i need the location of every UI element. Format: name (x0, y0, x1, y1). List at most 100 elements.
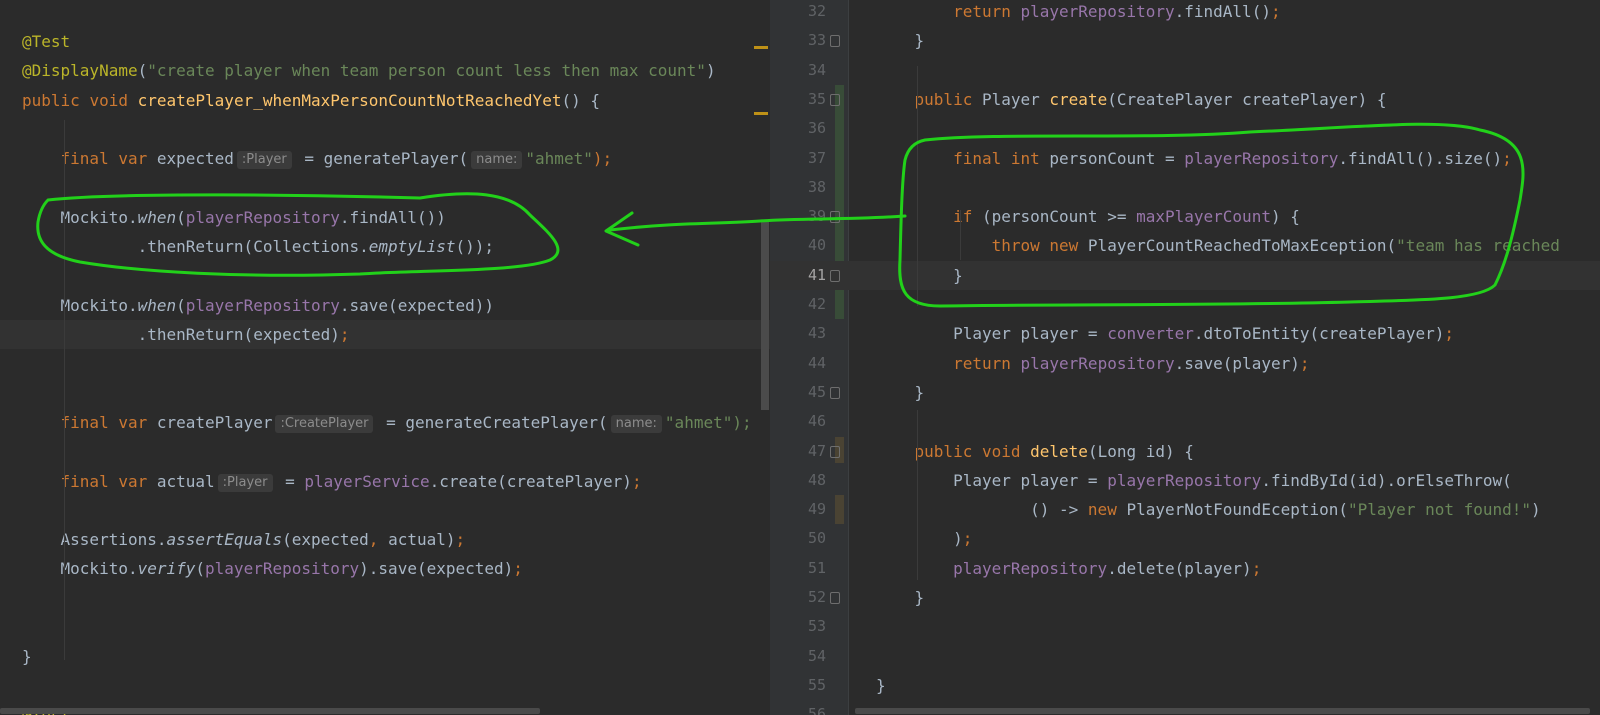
right-code-line[interactable]: if (personCount >= maxPlayerCount) { (770, 202, 1600, 231)
left-code-line[interactable]: Mockito.when(playerRepository.save(expec… (0, 291, 770, 320)
left-code-line[interactable] (0, 613, 770, 642)
fold-toggle-icon[interactable] (830, 93, 840, 106)
left-code-line[interactable]: } (0, 642, 770, 671)
code-token: ; (455, 530, 466, 550)
code-token: } (876, 588, 925, 607)
code-token: .delete(player) (1107, 558, 1252, 578)
left-warning-marker[interactable] (754, 46, 768, 49)
code-text: throw new PlayerCountReachedToMaxEceptio… (876, 231, 1560, 260)
fold-toggle-icon[interactable] (830, 211, 840, 224)
right-code-line[interactable] (770, 114, 1600, 143)
right-code-line[interactable]: playerRepository.delete(player); (770, 554, 1600, 583)
right-code-line[interactable]: ); (770, 524, 1600, 553)
code-token: expected (156, 149, 234, 169)
right-code-line[interactable] (770, 56, 1600, 85)
left-code-line[interactable] (0, 261, 770, 290)
code-token: = (275, 471, 305, 491)
right-horizontal-scrollbar[interactable] (855, 708, 1590, 714)
left-editor-pane[interactable]: @Test @DisplayName("create player when te… (0, 0, 770, 715)
right-code-line[interactable] (770, 290, 1600, 319)
code-text: Mockito.verify(playerRepository).save(ex… (22, 554, 523, 583)
code-token: PlayerNotFoundEception( (1126, 500, 1349, 520)
right-code-line[interactable]: Player player = playerRepository.findByI… (770, 466, 1600, 495)
right-code-line[interactable]: public Player create(CreatePlayer create… (770, 85, 1600, 114)
inlay-hint: name: (471, 151, 523, 170)
left-code-line[interactable]: Assertions.assertEquals(expected, actual… (0, 525, 770, 554)
code-token: "ahmet" (525, 149, 593, 169)
code-token: .findAll().size() (1338, 148, 1503, 168)
code-token: throw (991, 236, 1050, 256)
right-code-line[interactable]: throw new PlayerCountReachedToMaxEceptio… (770, 231, 1600, 260)
left-code-line[interactable]: final var actual:Player = playerService.… (0, 467, 770, 496)
right-code-line[interactable]: } (770, 260, 1600, 290)
code-token: return (953, 353, 1021, 373)
line-number: 54 (807, 646, 826, 665)
code-token: when (137, 295, 177, 315)
inlay-hint: :Player (217, 473, 273, 492)
code-token: ; (1444, 324, 1454, 344)
code-token: ; (962, 529, 973, 549)
line-number: 52 (807, 588, 826, 606)
right-code-line[interactable]: Player player = converter.dtoToEntity(cr… (770, 319, 1600, 348)
left-code-line[interactable]: Mockito.verify(playerRepository).save(ex… (0, 554, 770, 583)
right-editor-pane[interactable]: return playerRepository.findAll(); } pub… (770, 0, 1600, 715)
left-code-line[interactable] (0, 584, 770, 613)
code-token: delete (1030, 441, 1088, 461)
code-token: public (914, 89, 982, 109)
code-token: final (60, 412, 119, 432)
left-code-line[interactable]: Mockito.when(playerRepository.findAll()) (0, 203, 770, 232)
fold-toggle-icon[interactable] (830, 386, 840, 399)
left-code-line[interactable]: .thenReturn(expected); (0, 320, 770, 350)
fold-toggle-icon[interactable] (830, 35, 840, 48)
left-code-line[interactable]: public void createPlayer_whenMaxPersonCo… (0, 86, 770, 115)
right-code-line[interactable]: return playerRepository.findAll(); (770, 0, 1600, 26)
code-token: new (1049, 236, 1088, 256)
code-token: () -> (876, 500, 1088, 520)
line-number: 32 (807, 2, 826, 20)
right-code-line[interactable]: public void delete(Long id) { (770, 437, 1600, 466)
right-code-line[interactable]: } (770, 583, 1600, 612)
right-code-line[interactable]: final int personCount = playerRepository… (770, 144, 1600, 173)
code-text: if (personCount >= maxPlayerCount) { (876, 202, 1300, 231)
code-token: @DisplayName (22, 61, 138, 81)
code-token: Assertions. (22, 530, 167, 550)
code-text: final var expected:Player = generatePlay… (22, 144, 612, 173)
right-code-line[interactable]: } (770, 671, 1600, 700)
left-code-line[interactable]: final var expected:Player = generatePlay… (0, 144, 770, 173)
left-code-line[interactable] (0, 349, 770, 378)
left-code-line[interactable]: @DisplayName("create player when team pe… (0, 56, 770, 85)
code-token: Mockito. (22, 207, 138, 227)
fold-toggle-icon[interactable] (830, 269, 840, 282)
code-token: assertEquals (166, 530, 283, 550)
code-token: "ahmet"); (664, 412, 752, 432)
right-code-line[interactable]: return playerRepository.save(player); (770, 349, 1600, 378)
left-code-line[interactable] (0, 115, 770, 144)
left-code-line[interactable]: final var createPlayer:CreatePlayer = ge… (0, 408, 770, 437)
left-horizontal-scrollbar[interactable] (0, 708, 540, 714)
left-code-line[interactable]: .thenReturn(Collections.emptyList()); (0, 232, 770, 261)
left-code-line[interactable] (0, 379, 770, 408)
right-code-line[interactable] (770, 612, 1600, 641)
left-code-line[interactable] (0, 437, 770, 466)
right-code-line[interactable] (770, 173, 1600, 202)
code-token: ( (176, 207, 186, 227)
fold-toggle-icon[interactable] (830, 445, 840, 458)
right-code-line[interactable]: } (770, 378, 1600, 407)
left-code-line[interactable] (0, 496, 770, 525)
right-code-line[interactable] (770, 642, 1600, 671)
left-code-line[interactable] (0, 174, 770, 203)
right-code-line[interactable] (770, 407, 1600, 436)
right-code-line[interactable]: } (770, 26, 1600, 55)
right-code-line[interactable]: () -> new PlayerNotFoundEception("Player… (770, 495, 1600, 524)
left-warning-marker[interactable] (754, 112, 768, 115)
left-vertical-scrollbar[interactable] (761, 220, 769, 410)
code-token: void (89, 90, 138, 110)
code-token: PlayerCountReachedToMaxEception( (1087, 236, 1397, 256)
code-token: ; (631, 471, 642, 491)
fold-toggle-icon[interactable] (830, 592, 840, 604)
left-code-line[interactable] (0, 672, 770, 701)
left-code-line[interactable]: @Test (0, 27, 770, 56)
code-token: ); (592, 149, 613, 169)
